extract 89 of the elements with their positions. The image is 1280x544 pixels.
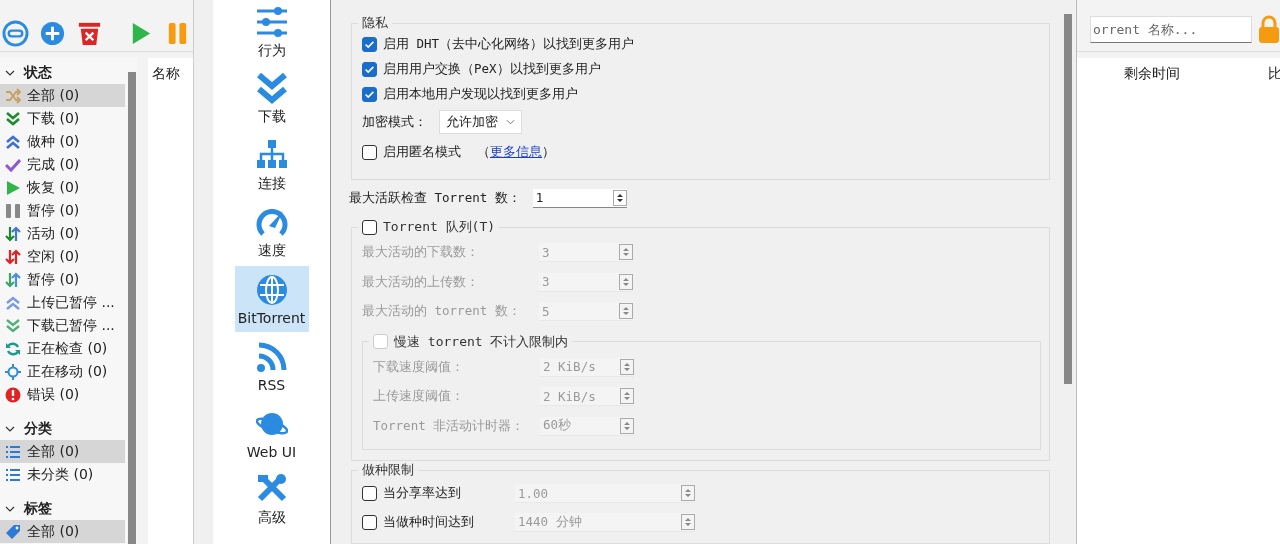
section-title: 分类 <box>24 419 52 438</box>
filter-item[interactable]: 下载已暂停 ... <box>0 314 125 337</box>
error-icon <box>5 386 21 403</box>
field-label: 加密模式： <box>362 113 427 131</box>
pause-icon <box>5 202 21 219</box>
sliders-icon <box>255 5 288 38</box>
scrollbar-thumb[interactable] <box>1064 14 1072 384</box>
filter-item[interactable]: 未分类 (0) <box>0 463 125 486</box>
checkbox[interactable] <box>362 515 377 530</box>
spin-arrows-icon[interactable] <box>615 192 624 203</box>
page-item[interactable]: RSS <box>234 332 309 400</box>
add-icon[interactable] <box>39 20 66 47</box>
checkbox[interactable] <box>362 62 377 77</box>
filter-item[interactable]: 错误 (0) <box>0 383 125 406</box>
search-field[interactable]: orrent 名称... <box>1090 15 1252 43</box>
filter-item[interactable]: 全部 (0) <box>0 520 125 543</box>
checkbox[interactable] <box>362 144 377 160</box>
double-chevron-down-icon <box>255 72 288 105</box>
filter-item[interactable]: 做种 (0) <box>0 130 125 153</box>
page-item[interactable]: 连接 <box>234 132 309 200</box>
checkbox[interactable] <box>362 219 377 235</box>
link-icon[interactable] <box>2 20 29 47</box>
filter-item[interactable]: 恢复 (0) <box>0 176 125 199</box>
group-title: 隐私 <box>361 14 389 32</box>
delete-icon[interactable] <box>76 20 103 47</box>
checkbox[interactable] <box>362 486 377 501</box>
filter-item[interactable]: 正在检查 (0) <box>0 337 125 360</box>
spin-field[interactable]: 1 <box>532 188 627 208</box>
up-down-arrows-icon <box>5 248 21 265</box>
checkbox-label: Torrent 队列(T) <box>383 218 496 236</box>
field-label: 下载速度阈值： <box>373 358 465 376</box>
page-item[interactable]: 行为 <box>234 0 309 66</box>
checkbox-label: 当做种时间达到 <box>383 514 475 531</box>
up-down-arrows-icon <box>5 225 21 242</box>
list-icon <box>5 466 21 483</box>
section-title: 标签 <box>24 499 52 518</box>
double-chevron-up-icon <box>5 294 21 311</box>
column-header[interactable]: 名称 <box>152 65 180 83</box>
field-label: 最大活动的下载数： <box>362 244 480 262</box>
caret-icon <box>506 119 515 125</box>
filter-item[interactable]: 正在移动 (0) <box>0 360 125 383</box>
page-item[interactable]: BitTorrent <box>234 265 309 333</box>
group-title: 做种限制 <box>361 461 415 479</box>
checkbox-label: 启用 DHT（去中心化网络）以找到更多用户 <box>383 36 635 53</box>
filter-item[interactable]: 上传已暂停 ... <box>0 291 125 314</box>
lock-icon[interactable] <box>1258 15 1280 43</box>
field-label: Torrent 非活动计时器： <box>373 417 526 435</box>
filter-item[interactable]: 全部 (0) <box>0 440 125 463</box>
play-icon <box>5 179 21 196</box>
filter-item[interactable]: 活动 (0) <box>0 222 125 245</box>
checkmark-icon <box>5 156 21 173</box>
checkbox-label: 启用匿名模式 <box>383 143 461 161</box>
field-label: 上传速度阈值： <box>373 388 465 406</box>
page-item[interactable]: Web UI <box>234 399 309 466</box>
filter-item[interactable]: 下载 (0) <box>0 107 125 130</box>
section-title: 状态 <box>24 63 52 82</box>
filter-item[interactable]: 暂停 (0) <box>0 268 125 291</box>
tag-icon <box>5 523 21 540</box>
field-label: 最大活跃检查 Torrent 数： <box>349 189 521 207</box>
scrollbar-thumb[interactable] <box>128 72 136 544</box>
rss-icon <box>255 341 288 374</box>
up-down-arrows-icon <box>5 271 21 288</box>
field-label: 最大活动的上传数： <box>362 273 480 291</box>
filter-item[interactable]: 全部 (0) <box>0 84 125 107</box>
page-item[interactable]: 高级 <box>234 465 309 533</box>
refresh-icon <box>5 340 21 357</box>
page-item[interactable]: 下载 <box>234 65 309 133</box>
more-info-link[interactable]: 更多信息 <box>490 143 542 159</box>
checkbox[interactable] <box>362 37 377 52</box>
filter-item[interactable]: 完成 (0) <box>0 153 125 176</box>
checkbox-label: 启用本地用户发现以找到更多用户 <box>383 86 578 103</box>
checkbox-label: 启用用户交换（PeX）以找到更多用户 <box>383 61 601 78</box>
column-header[interactable]: 剩余时间 <box>1124 65 1180 83</box>
shuffle-icon <box>5 87 21 104</box>
dropdown[interactable]: 允许加密 <box>439 110 522 134</box>
page-item[interactable]: 速度 <box>234 199 309 266</box>
info-note: （更多信息） <box>477 143 555 161</box>
checkbox[interactable] <box>362 87 377 102</box>
double-chevron-down-icon <box>5 110 21 127</box>
field-label: 最大活动的 torrent 数： <box>362 303 522 321</box>
checkbox-label: 慢速 torrent 不计入限制内 <box>394 332 569 351</box>
double-chevron-down-icon <box>5 317 21 334</box>
list-icon <box>5 443 21 460</box>
filter-item[interactable]: 空闲 (0) <box>0 245 125 268</box>
filter-item[interactable]: 暂停 (0) <box>0 199 125 222</box>
double-chevron-up-icon <box>5 133 21 150</box>
globe-icon <box>255 274 288 307</box>
checkbox-label: 当分享率达到 <box>383 485 462 502</box>
crosshair-icon <box>5 363 21 380</box>
